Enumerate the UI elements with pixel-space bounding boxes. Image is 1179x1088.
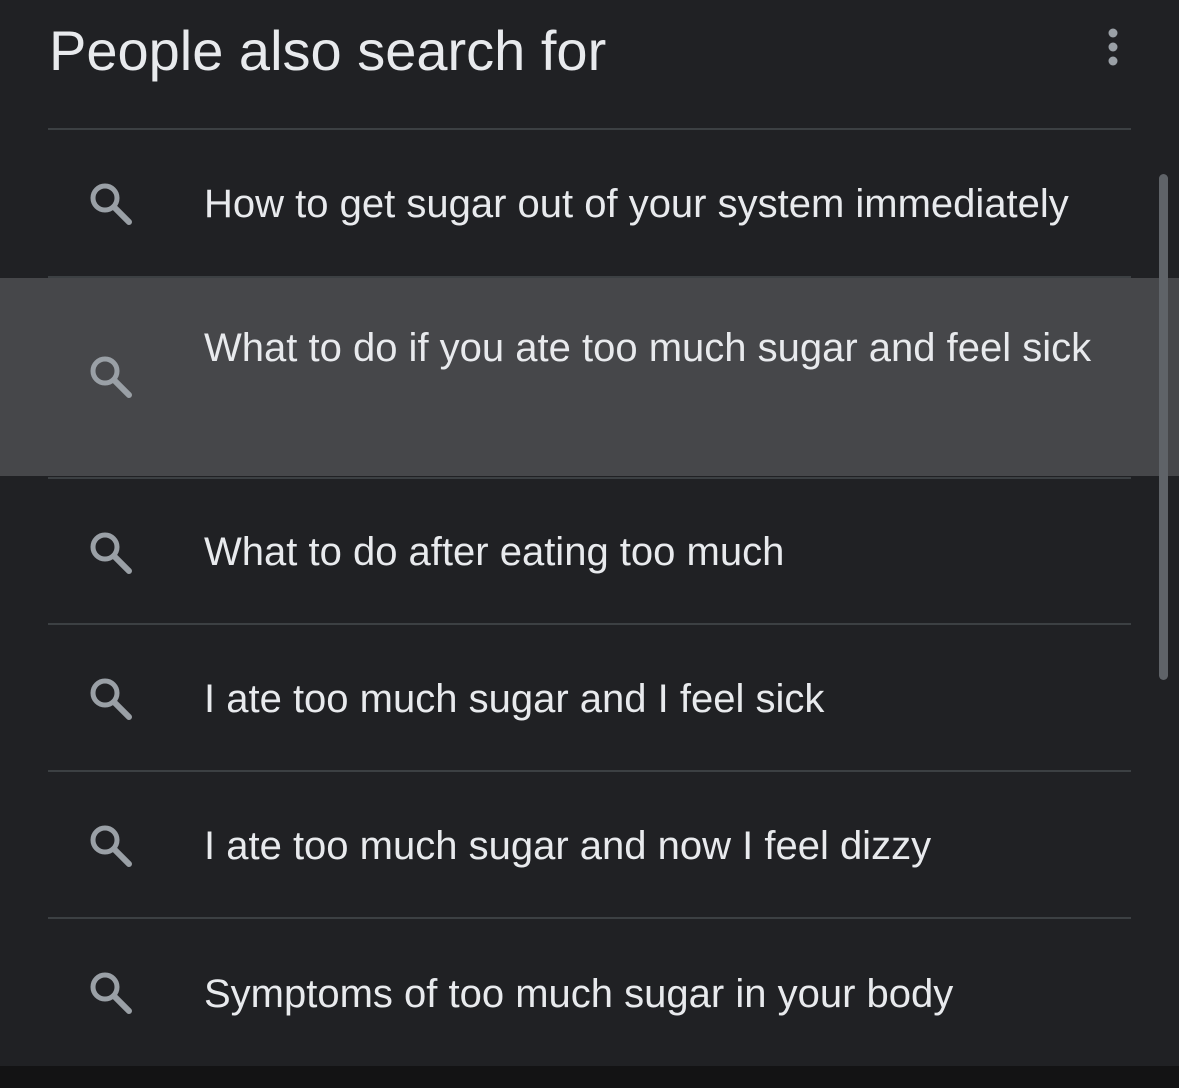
suggestion-text: What to do if you ate too much sugar and…: [204, 326, 1092, 370]
search-icon: [86, 528, 134, 576]
scrollbar-thumb[interactable]: [1159, 174, 1168, 680]
suggestion-text: How to get sugar out of your system imme…: [204, 182, 1069, 226]
suggestion-item[interactable]: What to do if you ate too much sugar and…: [0, 278, 1179, 476]
suggestion-item[interactable]: I ate too much sugar and now I feel dizz…: [0, 772, 1179, 917]
search-icon: [86, 821, 134, 869]
more-vert-icon: [1108, 28, 1118, 66]
suggestion-item[interactable]: What to do after eating too much: [0, 479, 1179, 623]
suggestion-item[interactable]: I ate too much sugar and I feel sick: [0, 625, 1179, 770]
search-icon: [86, 179, 134, 227]
suggestion-item[interactable]: Symptoms of too much sugar in your body: [0, 919, 1179, 1066]
suggestion-text: I ate too much sugar and I feel sick: [204, 677, 825, 721]
search-icon: [86, 968, 134, 1016]
more-options-button[interactable]: [1093, 22, 1133, 72]
panel-header: People also search for: [0, 0, 1179, 128]
search-icon: [86, 674, 134, 722]
suggestion-text: I ate too much sugar and now I feel dizz…: [204, 824, 932, 868]
suggestion-text: What to do after eating too much: [204, 530, 785, 574]
suggestion-text: Symptoms of too much sugar in your body: [204, 972, 954, 1016]
panel-title: People also search for: [49, 19, 607, 82]
bottom-edge: [0, 1066, 1179, 1088]
suggestion-item[interactable]: How to get sugar out of your system imme…: [0, 130, 1179, 276]
search-icon: [86, 352, 134, 400]
